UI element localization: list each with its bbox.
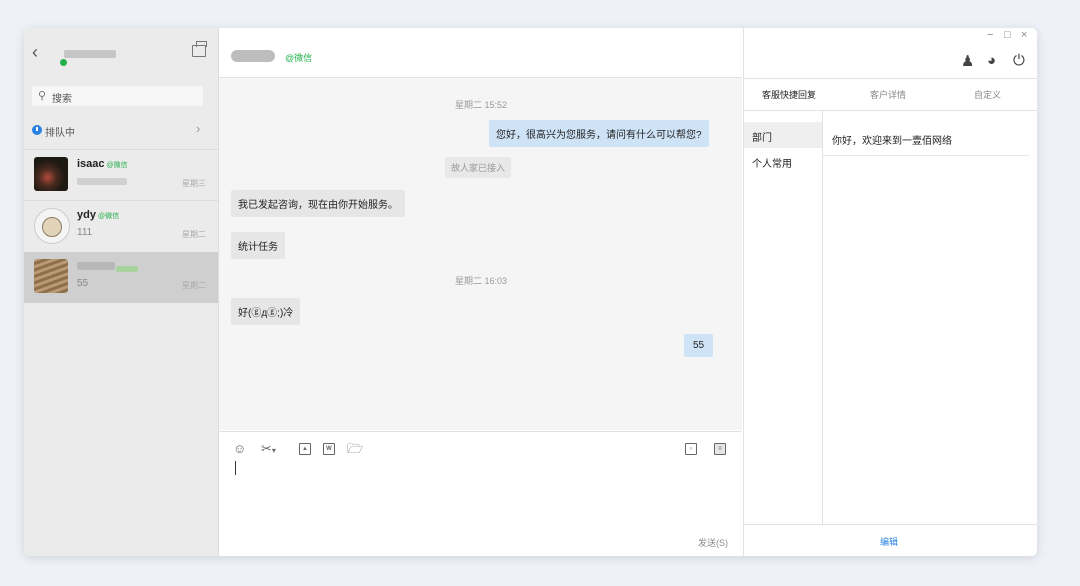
message-timestamp: 星期二 15:52 bbox=[455, 100, 508, 110]
message-list: 星期二 15:52 您好，很高兴为您服务，请问有什么可以帮您? 故人家已接入 我… bbox=[219, 78, 742, 430]
conversation-day: 星期三 bbox=[182, 179, 206, 188]
back-icon[interactable]: ‹ bbox=[32, 42, 38, 63]
contact-avatar bbox=[231, 50, 275, 62]
close-icon[interactable]: × bbox=[1021, 29, 1027, 41]
conversation-name bbox=[77, 262, 115, 270]
message-timestamp: 星期二 16:03 bbox=[455, 276, 508, 286]
search-icon: ⚲ bbox=[38, 90, 47, 102]
category-personal[interactable]: 个人常用 bbox=[744, 148, 822, 174]
message-incoming: 统计任务 bbox=[231, 232, 285, 259]
search-placeholder: 搜索 bbox=[52, 94, 72, 105]
power-icon[interactable]: ⏻ bbox=[1013, 52, 1025, 69]
text-cursor bbox=[235, 461, 236, 475]
app-window: ‹ ⚲ 搜索 排队中 › isaac @微信 星期三 ydy @微信 111 星… bbox=[24, 28, 1037, 556]
quick-reply-icon[interactable]: › bbox=[685, 443, 697, 455]
minimize-icon[interactable]: − bbox=[987, 29, 993, 41]
conversation-sidebar: ‹ ⚲ 搜索 排队中 › isaac @微信 星期三 ydy @微信 111 星… bbox=[24, 28, 219, 556]
search-input[interactable]: ⚲ 搜索 bbox=[32, 86, 203, 106]
online-status-icon bbox=[60, 59, 67, 66]
avatar bbox=[34, 208, 70, 244]
reply-categories: 部门 个人常用 bbox=[744, 110, 823, 524]
maximize-icon[interactable]: □ bbox=[1004, 29, 1011, 41]
tab-quick-reply[interactable]: 客服快捷回复 bbox=[762, 88, 816, 101]
conversation-item-selected[interactable]: 55 星期二 bbox=[24, 252, 218, 303]
conversation-preview: 55 bbox=[77, 278, 89, 289]
transfer-user-icon[interactable]: ♟ bbox=[961, 52, 974, 70]
avatar bbox=[34, 157, 68, 191]
tab-customer-details[interactable]: 客户详情 bbox=[870, 88, 906, 101]
screenshot-icon[interactable]: ✂▾ bbox=[261, 442, 276, 458]
panel-header: − □ × ♟ ◕ ⏻ bbox=[744, 28, 1037, 77]
side-panel-toggle-icon[interactable]: ≡ bbox=[714, 443, 726, 455]
panel-footer: 编辑 bbox=[744, 524, 1037, 556]
word-file-icon[interactable]: W bbox=[323, 443, 335, 455]
conversation-item[interactable]: isaac @微信 星期三 bbox=[24, 150, 218, 200]
queue-label: 排队中 bbox=[45, 128, 75, 139]
folder-icon[interactable]: 🗁 bbox=[347, 442, 363, 456]
chat-header: @微信 bbox=[219, 28, 742, 78]
conversation-name: isaac @微信 bbox=[77, 158, 128, 170]
conversation-preview bbox=[77, 178, 127, 185]
system-notice: 故人家已接入 bbox=[445, 157, 512, 178]
conversation-name bbox=[116, 266, 138, 272]
quick-reply-item[interactable]: 你好，欢迎来到一壹佰网络 bbox=[823, 122, 1029, 156]
chat-area: @微信 星期二 15:52 您好，很高兴为您服务，请问有什么可以帮您? 故人家已… bbox=[219, 28, 742, 556]
tab-custom[interactable]: 自定义 bbox=[974, 88, 1001, 101]
assistant-panel: − □ × ♟ ◕ ⏻ 客服快捷回复 客户详情 自定义 部门 个人常用 你好，欢… bbox=[743, 28, 1037, 556]
conversation-name: ydy @微信 bbox=[77, 209, 120, 221]
conversation-item[interactable]: ydy @微信 111 星期二 bbox=[24, 201, 218, 251]
edit-button[interactable]: 编辑 bbox=[880, 535, 898, 548]
message-outgoing: 您好，很高兴为您服务，请问有什么可以帮您? bbox=[489, 120, 709, 147]
chevron-right-icon: › bbox=[196, 121, 201, 136]
category-department[interactable]: 部门 bbox=[744, 122, 822, 148]
message-composer[interactable]: ☺ ✂▾ ▲ W 🗁 › ≡ 发送(S) bbox=[219, 431, 742, 556]
message-outgoing: 55 bbox=[684, 334, 714, 357]
conversation-day: 星期二 bbox=[182, 230, 206, 239]
panel-tabs: 客服快捷回复 客户详情 自定义 bbox=[744, 78, 1037, 111]
avatar bbox=[34, 259, 68, 293]
clock-icon bbox=[32, 125, 42, 135]
emoji-icon[interactable]: ☺ bbox=[233, 442, 246, 456]
chat-bubble-icon[interactable]: ◕ bbox=[987, 52, 996, 69]
conversation-preview: 111 bbox=[77, 227, 93, 238]
channel-tag: @微信 bbox=[285, 53, 313, 63]
message-incoming: 好(ⓖдⓖ;)冷 bbox=[231, 298, 301, 325]
queue-row[interactable]: 排队中 › bbox=[24, 116, 218, 146]
new-window-icon[interactable] bbox=[192, 41, 207, 57]
sidebar-header: ‹ bbox=[24, 28, 218, 77]
message-incoming: 我已发起咨询，现在由你开始服务。 bbox=[231, 190, 405, 217]
send-button[interactable]: 发送(S) bbox=[698, 536, 728, 549]
quick-reply-text: 你好，欢迎来到一壹佰网络 bbox=[832, 136, 952, 147]
agent-avatar[interactable] bbox=[64, 50, 116, 58]
conversation-day: 星期二 bbox=[182, 281, 206, 290]
image-icon[interactable]: ▲ bbox=[299, 443, 311, 455]
